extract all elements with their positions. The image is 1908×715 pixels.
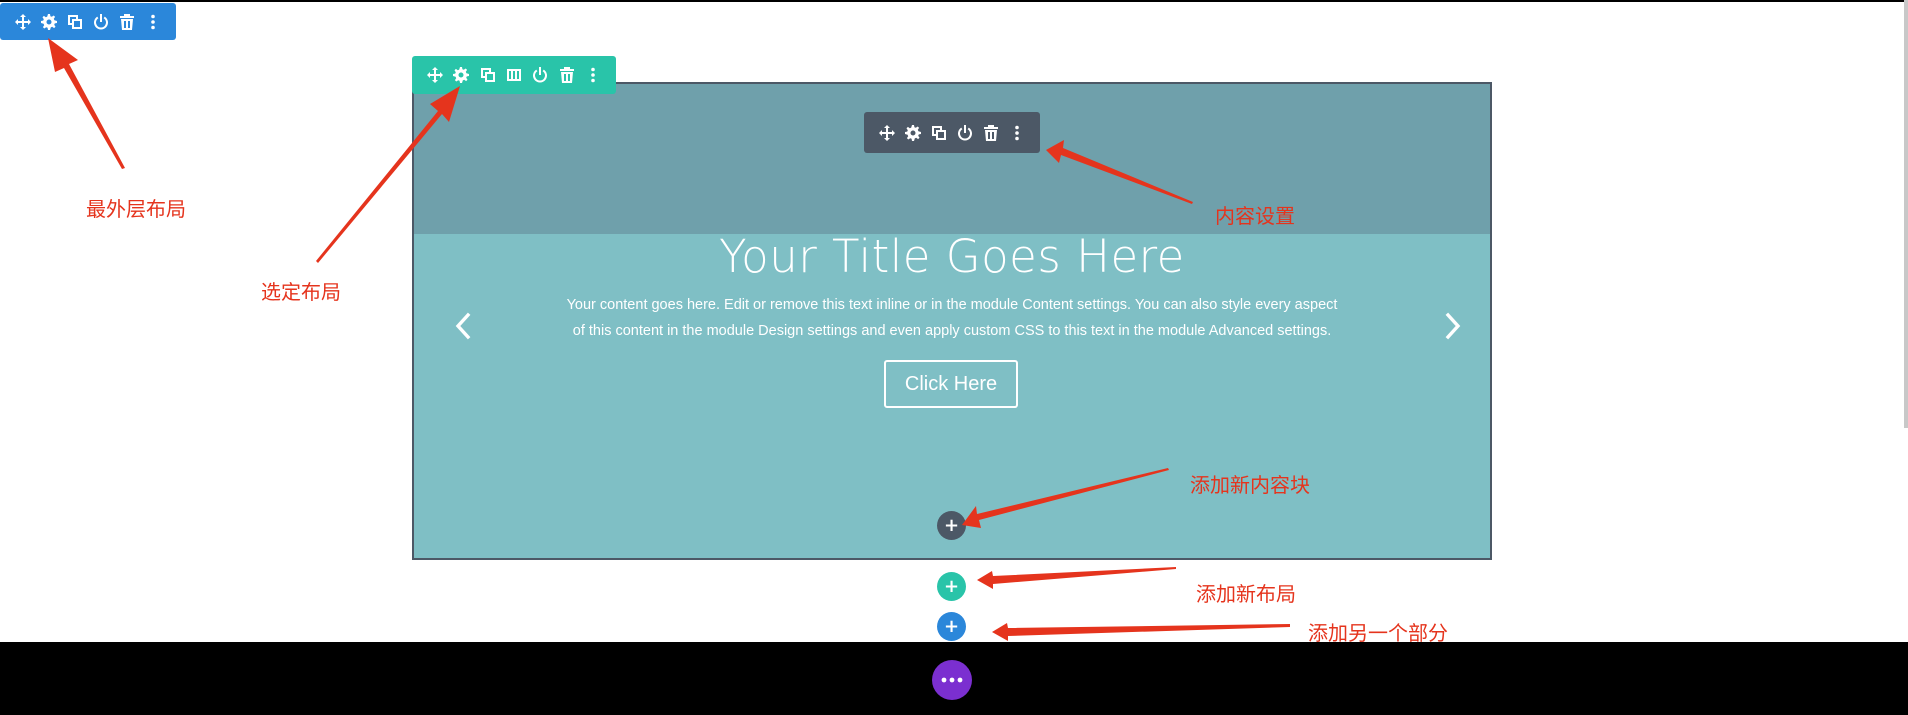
annotation-add-section-label: 添加另一个部分	[1308, 621, 1448, 645]
chevron-left-icon[interactable]	[449, 309, 477, 343]
slide-cta-button[interactable]: Click Here	[884, 360, 1018, 408]
annotation-add-row-label: 添加新布局	[1196, 582, 1296, 606]
page-settings-button[interactable]	[932, 660, 972, 700]
annotation-arrow	[48, 38, 125, 169]
add-section-button[interactable]: +	[937, 612, 966, 641]
move-icon[interactable]	[10, 8, 36, 36]
slide-title: Your Title Goes Here	[719, 230, 1185, 283]
annotation-module-label: 内容设置	[1215, 204, 1295, 228]
columns-icon[interactable]	[501, 61, 527, 89]
more-horizontal-icon	[941, 677, 963, 683]
gear-icon[interactable]	[448, 61, 474, 89]
top-border	[0, 0, 1908, 2]
section-toolbar	[0, 3, 176, 40]
annotation-row-label: 选定布局	[261, 280, 341, 304]
more-vertical-icon[interactable]	[140, 8, 166, 36]
slide-text-line: Your content goes here. Edit or remove t…	[566, 297, 1338, 313]
power-icon[interactable]	[88, 8, 114, 36]
move-icon[interactable]	[422, 61, 448, 89]
more-vertical-icon[interactable]	[1004, 119, 1030, 147]
power-icon[interactable]	[527, 61, 553, 89]
move-icon[interactable]	[874, 119, 900, 147]
gear-icon[interactable]	[900, 119, 926, 147]
power-icon[interactable]	[952, 119, 978, 147]
duplicate-icon[interactable]	[926, 119, 952, 147]
trash-icon[interactable]	[553, 61, 579, 89]
add-row-button[interactable]: +	[937, 572, 966, 601]
slide-description: Your content goes here. Edit or remove t…	[549, 292, 1355, 344]
gear-icon[interactable]	[36, 8, 62, 36]
annotation-arrow	[992, 623, 1290, 641]
slider-module[interactable]: Your Title Goes Here Your content goes h…	[412, 82, 1492, 560]
annotation-section-label: 最外层布局	[86, 197, 186, 221]
chevron-right-icon[interactable]	[1439, 309, 1467, 343]
module-toolbar	[864, 112, 1040, 153]
row-toolbar	[412, 56, 616, 94]
trash-icon[interactable]	[978, 119, 1004, 147]
add-module-button[interactable]: +	[937, 511, 966, 540]
slide-text-line: of this content in the module Design set…	[572, 323, 1332, 339]
annotation-arrow	[977, 567, 1176, 589]
duplicate-icon[interactable]	[62, 8, 88, 36]
page-scrollbar[interactable]	[1904, 0, 1908, 428]
more-vertical-icon[interactable]	[580, 61, 606, 89]
slider-header-band	[414, 84, 1490, 234]
annotation-add-module-label: 添加新内容块	[1190, 473, 1310, 497]
trash-icon[interactable]	[114, 8, 140, 36]
duplicate-icon[interactable]	[475, 61, 501, 89]
